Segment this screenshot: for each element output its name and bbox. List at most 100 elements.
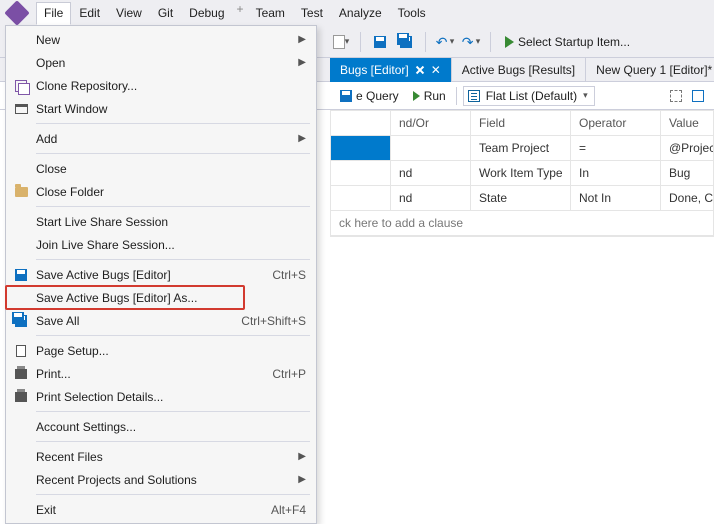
add-clause-label: ck here to add a clause	[331, 211, 714, 236]
cell[interactable]	[331, 186, 391, 211]
column-header[interactable]: Value	[661, 111, 714, 136]
clause-row[interactable]: ndWork Item TypeInBug	[331, 161, 714, 186]
menu-item-recent-files[interactable]: Recent Files▶	[6, 445, 316, 468]
menu-item-add[interactable]: Add▶	[6, 127, 316, 150]
query-view-label: Flat List (Default)	[486, 89, 577, 103]
menu-item-label: Join Live Share Session...	[36, 238, 306, 252]
menu-item-close-folder[interactable]: Close Folder	[6, 180, 316, 203]
clone-icon	[15, 80, 27, 92]
clause-row[interactable]: ndStateNot InDone, Completed,	[331, 186, 714, 211]
icon-slot	[6, 392, 36, 402]
new-item-button[interactable]: ▾	[330, 31, 352, 53]
menu-debug[interactable]: Debug	[181, 2, 232, 24]
menu-item-start-window[interactable]: Start Window	[6, 97, 316, 120]
cell[interactable]: nd	[391, 161, 471, 186]
separator	[456, 87, 457, 105]
icon-slot	[6, 80, 36, 92]
menu-item-account-settings[interactable]: Account Settings...	[6, 415, 316, 438]
add-column-button[interactable]	[668, 88, 684, 104]
submenu-arrow-icon: ▶	[298, 474, 306, 485]
startup-item-button[interactable]: Select Startup Item...	[499, 33, 636, 51]
cell[interactable]: Team Project	[471, 136, 571, 161]
cell[interactable]: Not In	[571, 186, 661, 211]
clause-row[interactable]: Team Project=@Project	[331, 136, 714, 161]
tab-new-query-1-editor-[interactable]: New Query 1 [Editor]*	[586, 58, 714, 82]
menu-separator	[36, 335, 310, 336]
toolbar-add-button[interactable]: +	[233, 2, 248, 24]
icon-slot	[6, 104, 36, 114]
submenu-arrow-icon: ▶	[298, 133, 306, 144]
cell[interactable]: =	[571, 136, 661, 161]
tab-active-bugs-results-[interactable]: Active Bugs [Results]	[452, 58, 586, 82]
save-button[interactable]	[369, 31, 391, 53]
menu-git[interactable]: Git	[150, 2, 181, 24]
menu-item-save-all[interactable]: Save AllCtrl+Shift+S	[6, 309, 316, 332]
cell[interactable]	[391, 136, 471, 161]
column-options-button[interactable]	[690, 88, 706, 104]
menu-item-save-active-bugs-editor[interactable]: Save Active Bugs [Editor]Ctrl+S	[6, 263, 316, 286]
cell[interactable]: nd	[391, 186, 471, 211]
cell[interactable]: In	[571, 161, 661, 186]
menu-item-exit[interactable]: ExitAlt+F4	[6, 498, 316, 521]
menu-item-recent-projects-and-solutions[interactable]: Recent Projects and Solutions▶	[6, 468, 316, 491]
column-header[interactable]: nd/Or	[391, 111, 471, 136]
save-query-button[interactable]: e Query	[336, 87, 403, 105]
submenu-arrow-icon: ▶	[298, 57, 306, 68]
menu-test[interactable]: Test	[293, 2, 331, 24]
menu-item-label: Close Folder	[36, 185, 306, 199]
save-query-label: e Query	[356, 89, 399, 103]
submenu-arrow-icon: ▶	[298, 451, 306, 462]
menu-item-label: Open	[36, 56, 298, 70]
menu-separator	[36, 494, 310, 495]
menu-item-label: Account Settings...	[36, 420, 306, 434]
tab-bugs-editor-[interactable]: Bugs [Editor] ✕	[330, 58, 452, 82]
menu-team[interactable]: Team	[248, 2, 293, 24]
redo-button[interactable]: ▾	[460, 31, 482, 53]
menu-analyze[interactable]: Analyze	[331, 2, 390, 24]
menu-item-page-setup[interactable]: Page Setup...	[6, 339, 316, 362]
icon-slot	[6, 269, 36, 281]
undo-button[interactable]: ▾	[434, 31, 456, 53]
cell[interactable]: Bug	[661, 161, 714, 186]
submenu-arrow-icon: ▶	[298, 34, 306, 45]
page-icon	[16, 345, 26, 357]
menu-item-label: Clone Repository...	[36, 79, 306, 93]
cell[interactable]: Done, Completed,	[661, 186, 714, 211]
column-header[interactable]	[331, 111, 391, 136]
menu-item-print-selection-details[interactable]: Print Selection Details...	[6, 385, 316, 408]
menu-item-open[interactable]: Open▶	[6, 51, 316, 74]
cell[interactable]: State	[471, 186, 571, 211]
save-all-button[interactable]	[395, 31, 417, 53]
shortcut-label: Ctrl+P	[272, 367, 306, 381]
add-clause-row[interactable]: ck here to add a clause	[331, 211, 714, 236]
menu-edit[interactable]: Edit	[71, 2, 108, 24]
menu-tools[interactable]: Tools	[390, 2, 434, 24]
play-icon	[413, 91, 420, 101]
column-header[interactable]: Field	[471, 111, 571, 136]
cell[interactable]: @Project	[661, 136, 714, 161]
cell[interactable]	[331, 136, 391, 161]
menu-item-new[interactable]: New▶	[6, 28, 316, 51]
save-icon	[340, 90, 352, 102]
menu-item-label: Page Setup...	[36, 344, 306, 358]
query-view-dropdown[interactable]: Flat List (Default) ▾	[463, 86, 595, 106]
menu-item-join-live-share-session[interactable]: Join Live Share Session...	[6, 233, 316, 256]
tab-label: Bugs [Editor]	[340, 63, 409, 77]
pin-icon[interactable]	[413, 62, 427, 76]
menu-item-print[interactable]: Print...Ctrl+P	[6, 362, 316, 385]
column-header[interactable]: Operator	[571, 111, 661, 136]
icon-slot	[6, 187, 36, 197]
menu-separator	[36, 153, 310, 154]
close-icon[interactable]: ✕	[431, 64, 441, 76]
flat-list-icon	[468, 90, 480, 102]
menu-item-close[interactable]: Close	[6, 157, 316, 180]
cell[interactable]: Work Item Type	[471, 161, 571, 186]
menu-item-save-active-bugs-editor-as[interactable]: Save Active Bugs [Editor] As...	[6, 286, 316, 309]
run-query-button[interactable]: Run	[409, 87, 450, 105]
menu-file[interactable]: File	[36, 2, 71, 25]
cell[interactable]	[331, 161, 391, 186]
menu-item-clone-repository[interactable]: Clone Repository...	[6, 74, 316, 97]
menubar: FileEditViewGitDebug+TeamTestAnalyzeTool…	[0, 0, 714, 26]
menu-view[interactable]: View	[108, 2, 150, 24]
menu-item-start-live-share-session[interactable]: Start Live Share Session	[6, 210, 316, 233]
